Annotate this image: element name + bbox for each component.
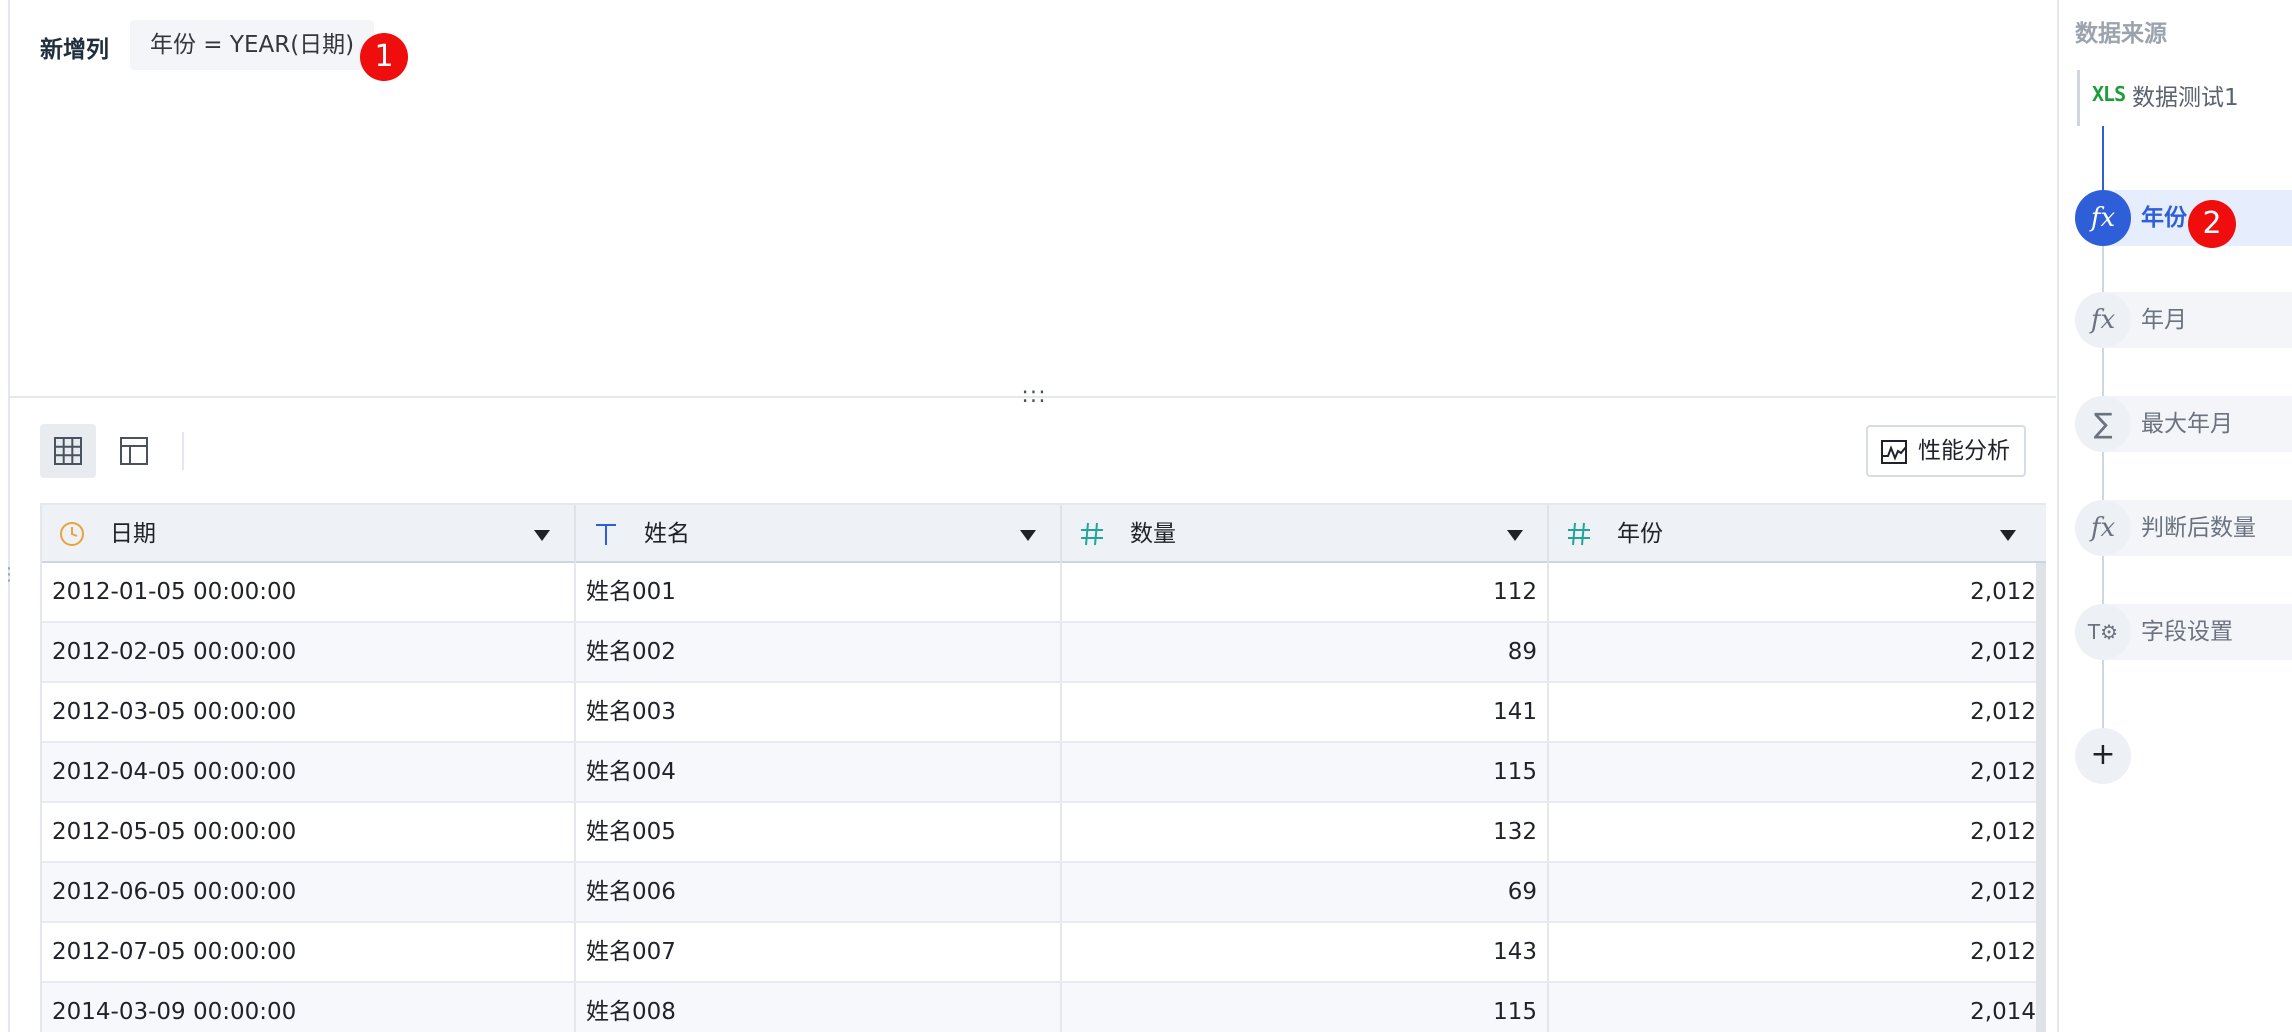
annotation-marker-1: 1 bbox=[360, 33, 408, 81]
hash-icon bbox=[1568, 522, 1590, 546]
data-source-name: 数据测试1 bbox=[2132, 85, 2239, 111]
pipeline-panel: 数据来源 XLS 数据测试1 fx 年份 fx 年月 ∑ 最大年月 fx 判断后数量 T⚙ 字段设… bbox=[2059, 0, 2292, 1032]
chevron-down-icon[interactable] bbox=[2000, 530, 2016, 541]
field-settings-icon: T⚙ bbox=[2075, 604, 2131, 660]
column-header-label: 姓名 bbox=[644, 521, 690, 547]
table-cell: 2,012 bbox=[1549, 683, 2046, 741]
table-cell: 姓名005 bbox=[576, 803, 1062, 861]
table-row[interactable]: 2012-05-05 00:00:00 姓名005 132 2,012 bbox=[42, 803, 2046, 863]
table-cell: 2,012 bbox=[1549, 743, 2046, 801]
left-panel-grip[interactable]: ⋮ bbox=[0, 560, 18, 590]
pipeline-step[interactable]: T⚙ 字段设置 bbox=[2059, 604, 2292, 660]
table-row[interactable]: 2012-06-05 00:00:00 姓名006 69 2,012 bbox=[42, 863, 2046, 923]
table-cell: 姓名001 bbox=[576, 563, 1062, 621]
table-cell: 姓名002 bbox=[576, 623, 1062, 681]
table-cell: 2,012 bbox=[1549, 563, 2046, 621]
table-row[interactable]: 2012-03-05 00:00:00 姓名003 141 2,012 bbox=[42, 683, 2046, 743]
pipeline-step-label: 年月 bbox=[2141, 307, 2187, 333]
column-header-label: 年份 bbox=[1617, 521, 1663, 547]
table-cell: 2,012 bbox=[1549, 923, 2046, 981]
table-header: 日期 姓名 数量 年份 bbox=[42, 503, 2046, 563]
table-row[interactable]: 2012-07-05 00:00:00 姓名007 143 2,012 bbox=[42, 923, 2046, 983]
table-cell: 2012-05-05 00:00:00 bbox=[42, 803, 576, 861]
table-cell: 143 bbox=[1062, 923, 1549, 981]
table-cell: 2012-06-05 00:00:00 bbox=[42, 863, 576, 921]
table-vertical-scrollbar[interactable] bbox=[2036, 563, 2046, 1032]
table-cell: 2,014 bbox=[1549, 983, 2046, 1032]
chevron-down-icon[interactable] bbox=[1507, 530, 1523, 541]
table-cell: 2014-03-09 00:00:00 bbox=[42, 983, 576, 1032]
table-cell: 2,012 bbox=[1549, 863, 2046, 921]
table-cell: 141 bbox=[1062, 683, 1549, 741]
pipeline-title: 数据来源 bbox=[2075, 21, 2167, 47]
layout-view-button[interactable] bbox=[106, 424, 162, 478]
fx-icon: fx bbox=[2075, 500, 2131, 556]
table-cell: 2,012 bbox=[1549, 803, 2046, 861]
table-cell: 2012-01-05 00:00:00 bbox=[42, 563, 576, 621]
resize-splitter-handle[interactable]: ::: bbox=[1014, 383, 1054, 409]
chevron-down-icon[interactable] bbox=[534, 530, 550, 541]
add-step-button[interactable]: + bbox=[2075, 728, 2131, 784]
fx-icon: fx bbox=[2075, 292, 2131, 348]
fx-icon: fx bbox=[2075, 190, 2131, 246]
table-row[interactable]: 2012-04-05 00:00:00 姓名004 115 2,012 bbox=[42, 743, 2046, 803]
table-cell: 115 bbox=[1062, 743, 1549, 801]
formula-expression[interactable]: 年份 = YEAR(日期) bbox=[130, 20, 375, 70]
data-source-item[interactable]: XLS 数据测试1 bbox=[2077, 70, 2292, 126]
pipeline-step[interactable]: fx 年月 bbox=[2059, 292, 2292, 348]
table-cell: 姓名006 bbox=[576, 863, 1062, 921]
column-header-year[interactable]: 年份 bbox=[1549, 505, 2046, 563]
clock-icon bbox=[60, 522, 84, 546]
table-cell: 2012-02-05 00:00:00 bbox=[42, 623, 576, 681]
table-cell: 69 bbox=[1062, 863, 1549, 921]
table-row[interactable]: 2012-01-05 00:00:00 姓名001 112 2,012 bbox=[42, 563, 2046, 623]
table-cell: 132 bbox=[1062, 803, 1549, 861]
column-header-label: 日期 bbox=[110, 521, 156, 547]
performance-analysis-label: 性能分析 bbox=[1918, 438, 2010, 464]
xls-file-icon: XLS bbox=[2092, 82, 2126, 106]
data-preview-table: 日期 姓名 数量 年份 2012-01-05 00:00:00 姓名001 11… bbox=[40, 503, 2046, 1032]
sigma-icon: ∑ bbox=[2075, 396, 2131, 452]
formula-editor[interactable]: 新增列 年份 = YEAR(日期) 1 bbox=[10, 0, 2056, 396]
pipeline-step-label: 判断后数量 bbox=[2141, 515, 2256, 541]
chevron-down-icon[interactable] bbox=[1020, 530, 1036, 541]
layout-icon bbox=[120, 437, 148, 465]
step-highlight-bar bbox=[2103, 292, 2292, 348]
table-cell: 115 bbox=[1062, 983, 1549, 1032]
table-cell: 2012-07-05 00:00:00 bbox=[42, 923, 576, 981]
pipeline-step-label: 最大年月 bbox=[2141, 411, 2233, 437]
performance-analysis-button[interactable]: 性能分析 bbox=[1866, 425, 2026, 477]
table-cell: 112 bbox=[1062, 563, 1549, 621]
grid-view-button[interactable] bbox=[40, 424, 96, 478]
chart-pulse-icon bbox=[1881, 440, 1907, 464]
table-cell: 姓名003 bbox=[576, 683, 1062, 741]
table-cell: 2,012 bbox=[1549, 623, 2046, 681]
annotation-marker-2: 2 bbox=[2188, 200, 2236, 248]
pipeline-connector-active bbox=[2102, 126, 2104, 190]
pipeline-step[interactable]: fx 判断后数量 bbox=[2059, 500, 2292, 556]
pipeline-step-label: 年份 bbox=[2141, 205, 2187, 231]
pipeline-step[interactable]: fx 年份 bbox=[2059, 190, 2292, 246]
app-root: ⋮ 新增列 年份 = YEAR(日期) 1 ::: 性能分析 bbox=[0, 0, 2292, 1032]
toolbar-separator bbox=[182, 432, 184, 470]
table-row[interactable]: 2014-03-09 00:00:00 姓名008 115 2,014 bbox=[42, 983, 2046, 1032]
pipeline-step[interactable]: ∑ 最大年月 bbox=[2059, 396, 2292, 452]
column-header-name[interactable]: 姓名 bbox=[576, 505, 1062, 563]
pipeline-step-label: 字段设置 bbox=[2141, 619, 2233, 645]
table-row[interactable]: 2012-02-05 00:00:00 姓名002 89 2,012 bbox=[42, 623, 2046, 683]
grid-icon bbox=[54, 437, 82, 465]
column-header-date[interactable]: 日期 bbox=[42, 505, 576, 563]
column-header-quantity[interactable]: 数量 bbox=[1062, 505, 1549, 563]
table-cell: 姓名007 bbox=[576, 923, 1062, 981]
text-type-icon bbox=[596, 524, 616, 545]
column-header-label: 数量 bbox=[1130, 521, 1176, 547]
table-cell: 姓名008 bbox=[576, 983, 1062, 1032]
hash-icon bbox=[1081, 522, 1103, 546]
table-cell: 姓名004 bbox=[576, 743, 1062, 801]
table-cell: 89 bbox=[1062, 623, 1549, 681]
editor-label: 新增列 bbox=[40, 37, 109, 63]
table-cell: 2012-03-05 00:00:00 bbox=[42, 683, 576, 741]
table-cell: 2012-04-05 00:00:00 bbox=[42, 743, 576, 801]
